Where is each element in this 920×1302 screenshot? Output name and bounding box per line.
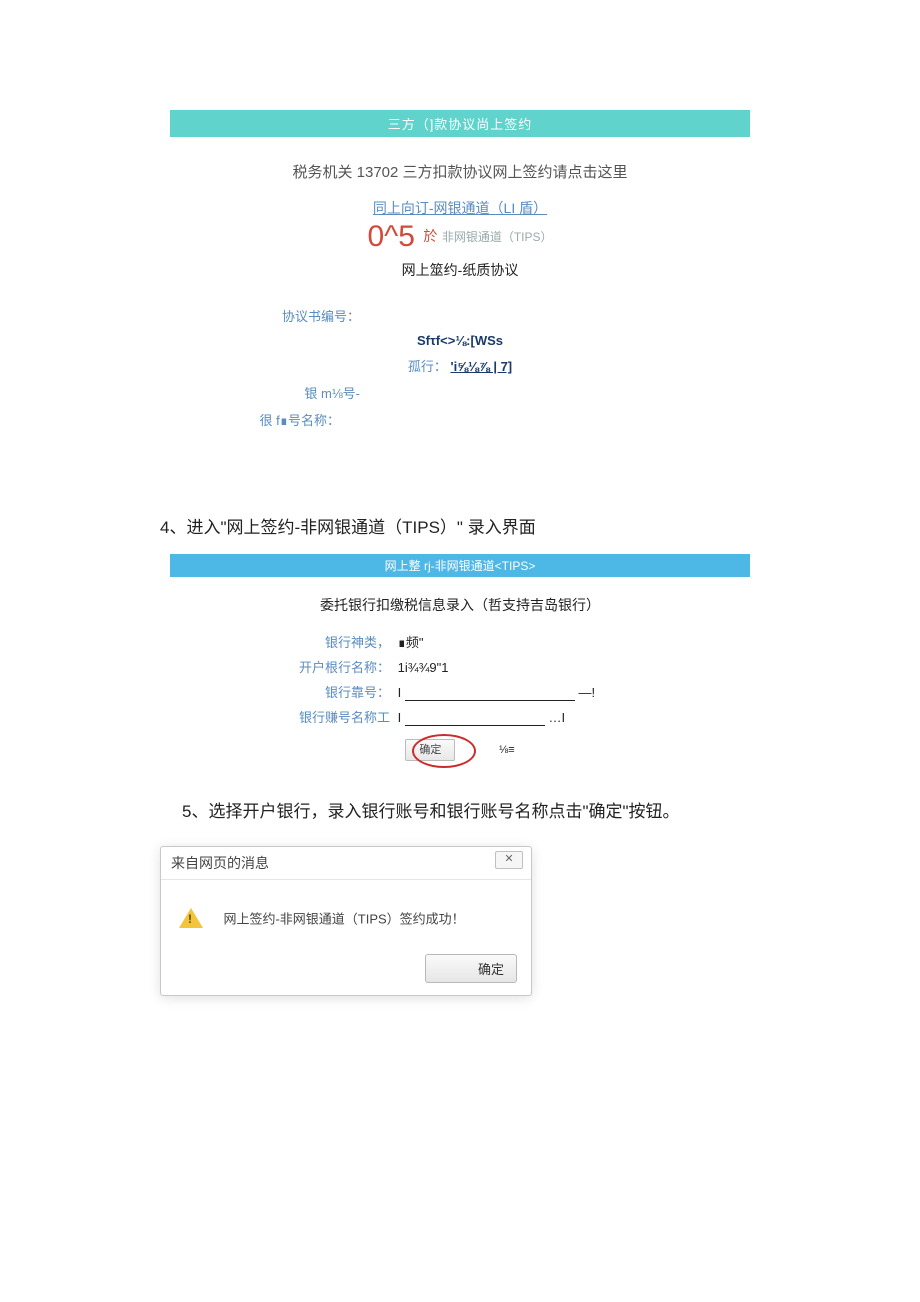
gu-value: 'i⅝⅛⅞ | 7] — [450, 359, 512, 374]
big-code: 0^5 — [367, 220, 414, 253]
tax-auth-line: 税务机关 13702 三方扣款协议网上签约请点击这里 — [170, 161, 750, 182]
ebank-channel-link[interactable]: 同上向订-网银通道（LI 盾） — [373, 200, 547, 216]
bank-type-label: 银行神类， — [280, 632, 394, 651]
bank-acct-prefix: I — [398, 685, 402, 700]
non-ebank-tips-link[interactable]: 非网银通道（TIPS） — [442, 230, 553, 244]
close-icon[interactable]: ✕ — [495, 851, 523, 869]
protocol-no-value: Sfτf<>⅛:[WSs — [417, 333, 503, 348]
yu-text: 於 — [423, 228, 437, 244]
bank-acct-suffix: —! — [579, 685, 596, 700]
section-header-2: 网上整 rj-非网银通道<TIPS> — [170, 554, 750, 577]
bank-no-label: 银 m⅛号- — [170, 383, 360, 402]
gu-label: 孤行： — [408, 359, 447, 374]
bank-acct-name-label: 银行赚号名称工 — [280, 707, 394, 726]
warning-icon — [179, 908, 203, 928]
message-text: 网上签约-非网银通道（TIPS）签约成功！ — [223, 912, 464, 927]
protocol-no-label: 协议书编号： — [170, 306, 360, 325]
section-header-1: 三方（]款协议尚上签约 — [170, 110, 750, 137]
ok-button[interactable]: 确定 — [425, 954, 517, 983]
confirm-button[interactable]: 确定 — [405, 739, 455, 761]
open-bank-name-value: 1i¾¾9"1 — [398, 660, 449, 675]
bank-type-value: ∎频" — [398, 635, 424, 650]
message-box-title: 来自网页的消息 — [171, 855, 269, 871]
open-bank-name-label: 开户根行名称： — [280, 657, 394, 676]
paper-agreement-line: 网上筮约-纸质协议 — [170, 260, 750, 280]
bank-acct-label: 银行靠号： — [280, 682, 394, 701]
step-4-text: 4、进入"网上签约-非网银通道（TIPS）" 录入界面 — [160, 513, 760, 538]
fraction-text: ⅛≡ — [499, 744, 515, 756]
message-box: 来自网页的消息 ✕ 网上签约-非网银通道（TIPS）签约成功！ 确定 — [160, 846, 532, 996]
bank-acct-name-input[interactable] — [405, 711, 545, 726]
entrust-title: 委托银行扣缴税信息录入（哲支持吉岛银行） — [170, 595, 750, 615]
bank-acct-name-prefix: I — [398, 710, 402, 725]
step-5-text: 5、选择开户银行，录入银行账号和银行账号名称点击"确定"按钮。 — [182, 797, 760, 822]
account-name-label: 很 f∎号名称： — [170, 410, 340, 429]
bank-acct-name-suffix: …I — [549, 710, 566, 725]
bank-acct-input[interactable] — [405, 686, 575, 701]
